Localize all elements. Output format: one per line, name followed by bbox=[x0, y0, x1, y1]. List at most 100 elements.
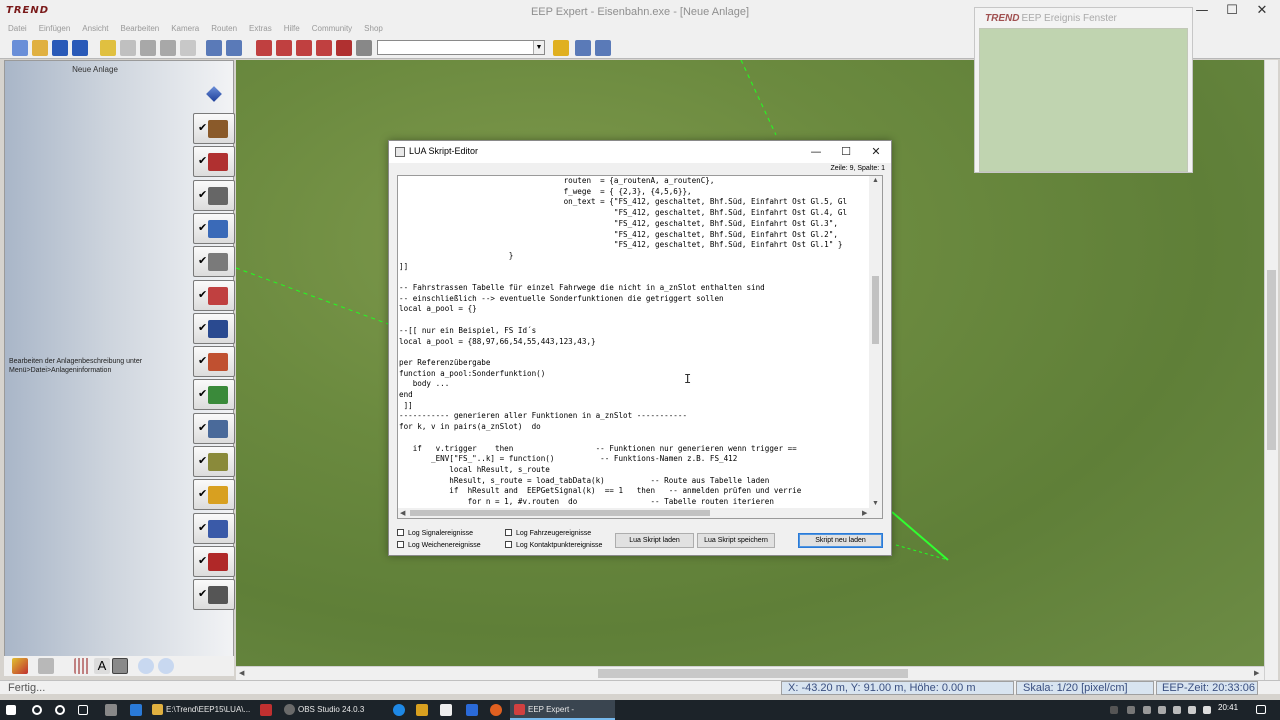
task-view-icon[interactable] bbox=[78, 705, 88, 715]
cortana-icon[interactable] bbox=[55, 705, 65, 715]
tray-icon[interactable] bbox=[1173, 706, 1181, 714]
checkbox-box[interactable] bbox=[505, 529, 512, 536]
tool-button-flag[interactable]: ✔ bbox=[193, 545, 235, 577]
grid-icon[interactable] bbox=[74, 658, 90, 674]
code-editor[interactable]: routen = {a_routenA, a_routenC}, f_wege … bbox=[397, 175, 883, 519]
code-text[interactable]: routen = {a_routenA, a_routenC}, f_wege … bbox=[399, 176, 869, 510]
tool-button-water[interactable]: ✔ bbox=[193, 212, 235, 244]
log-contact-checkbox[interactable]: Log Kontaktpunktereignisse bbox=[505, 541, 602, 549]
taskbar-app-icon[interactable] bbox=[260, 704, 272, 716]
taskbar-app-icon[interactable] bbox=[105, 704, 117, 716]
search-icon[interactable] bbox=[32, 705, 42, 715]
reload-script-button[interactable]: Skript neu laden bbox=[798, 533, 883, 548]
scroll-thumb[interactable] bbox=[410, 510, 710, 516]
menu-item-datei[interactable]: Datei bbox=[8, 22, 27, 37]
tool-button-tram[interactable]: ✔ bbox=[193, 146, 235, 178]
tool-button-people[interactable]: ✔ bbox=[193, 312, 235, 344]
checkbox-box[interactable] bbox=[397, 529, 404, 536]
maximize-button[interactable]: ☐ bbox=[1218, 2, 1246, 20]
windows-start-icon[interactable] bbox=[6, 705, 16, 715]
dialog-minimize-button[interactable]: — bbox=[803, 143, 829, 161]
save-icon[interactable] bbox=[52, 40, 68, 56]
bus-icon[interactable] bbox=[316, 40, 332, 56]
tool-button-rails[interactable]: ✔ bbox=[193, 113, 235, 144]
scroll-right-icon[interactable]: ▶ bbox=[862, 509, 867, 517]
menu-item-kamera[interactable]: Kamera bbox=[171, 22, 199, 37]
chevron-down-icon[interactable]: ▼ bbox=[533, 41, 544, 54]
taskbar-app-icon[interactable] bbox=[440, 704, 452, 716]
zoom-out-icon[interactable] bbox=[158, 658, 174, 674]
dialog-titlebar[interactable]: LUA Skript-Editor — ☐ ✕ bbox=[389, 141, 891, 163]
tool-button-house[interactable]: ✔ bbox=[193, 346, 235, 378]
event-window[interactable]: TREND EEP Ereignis Fenster bbox=[974, 7, 1193, 173]
menu-item-ansicht[interactable]: Ansicht bbox=[82, 22, 108, 37]
taskbar-app-icon[interactable] bbox=[416, 704, 428, 716]
dialog-maximize-button[interactable]: ☐ bbox=[833, 143, 859, 161]
weather-icon[interactable] bbox=[553, 40, 569, 56]
scroll-up-icon[interactable]: ▲ bbox=[872, 177, 879, 184]
taskbar-app-icon[interactable] bbox=[466, 704, 478, 716]
checkbox-box[interactable] bbox=[505, 541, 512, 548]
dialog-close-button[interactable]: ✕ bbox=[863, 143, 889, 161]
volume-icon[interactable] bbox=[1203, 706, 1211, 714]
taskbar-obs[interactable]: OBS Studio 24.0.3 (64... bbox=[280, 700, 384, 720]
train-icon[interactable] bbox=[296, 40, 312, 56]
log-switch-checkbox[interactable]: Log Weichenereignisse bbox=[397, 541, 481, 549]
tile-icon[interactable] bbox=[160, 40, 176, 56]
scroll-down-icon[interactable]: ▼ bbox=[872, 500, 879, 507]
paste-icon[interactable] bbox=[120, 40, 136, 56]
menu-item-routen[interactable]: Routen bbox=[211, 22, 237, 37]
close-button[interactable]: ✕ bbox=[1248, 2, 1276, 20]
menu-item-einfügen[interactable]: Einfügen bbox=[39, 22, 71, 37]
tools-icon[interactable] bbox=[575, 40, 591, 56]
lua-icon[interactable] bbox=[595, 40, 611, 56]
lua-script-editor-dialog[interactable]: LUA Skript-Editor — ☐ ✕ Zeile: 9, Spalte… bbox=[388, 140, 892, 556]
event-log-area[interactable] bbox=[979, 28, 1188, 172]
tray-icon[interactable] bbox=[1110, 706, 1118, 714]
tray-icon[interactable] bbox=[1143, 706, 1151, 714]
tool-button-signal-sign[interactable]: ✔ bbox=[193, 446, 235, 477]
tray-icon[interactable] bbox=[1127, 706, 1135, 714]
tool-button-water-waves[interactable]: ✔ bbox=[193, 512, 235, 544]
cut-icon[interactable] bbox=[180, 40, 196, 56]
menu-item-shop[interactable]: Shop bbox=[364, 22, 383, 37]
crane-icon[interactable] bbox=[38, 658, 54, 674]
undo-icon[interactable] bbox=[206, 40, 222, 56]
tool-button-layers[interactable]: ✔ bbox=[193, 579, 235, 611]
log-vehicle-checkbox[interactable]: Log Fahrzeugereignisse bbox=[505, 529, 591, 537]
menu-item-extras[interactable]: Extras bbox=[249, 22, 272, 37]
scroll-thumb[interactable] bbox=[598, 669, 908, 678]
firefox-icon[interactable] bbox=[490, 704, 502, 716]
signal-icon[interactable] bbox=[336, 40, 352, 56]
tool-button-goods[interactable]: ✔ bbox=[193, 479, 235, 511]
copy-icon[interactable] bbox=[100, 40, 116, 56]
scroll-left-icon[interactable]: ◀ bbox=[400, 509, 405, 517]
texture-icon[interactable] bbox=[112, 658, 128, 674]
tool-button-terrain[interactable]: ✔ bbox=[193, 412, 235, 444]
viewport-vertical-scrollbar[interactable] bbox=[1264, 60, 1278, 680]
editor-vertical-scrollbar[interactable]: ▲ ▼ bbox=[869, 176, 882, 510]
taskbar-app-icon[interactable] bbox=[393, 704, 405, 716]
open-folder-icon[interactable] bbox=[32, 40, 48, 56]
track-icon[interactable] bbox=[356, 40, 372, 56]
viewport-horizontal-scrollbar[interactable]: ◀ ▶ bbox=[236, 666, 1264, 680]
toolbar-combobox[interactable]: ▼ bbox=[377, 40, 545, 55]
menu-item-community[interactable]: Community bbox=[312, 22, 352, 37]
save-as-icon[interactable] bbox=[72, 40, 88, 56]
zoom-in-icon[interactable] bbox=[138, 658, 154, 674]
menu-item-hilfe[interactable]: Hilfe bbox=[284, 22, 300, 37]
rail-right-icon[interactable] bbox=[276, 40, 292, 56]
rail-left-icon[interactable] bbox=[256, 40, 272, 56]
save-script-button[interactable]: Lua Skript speichern bbox=[697, 533, 775, 548]
tray-icon[interactable] bbox=[1158, 706, 1166, 714]
tool-button-landscape[interactable]: ✔ bbox=[193, 379, 235, 411]
tool-button-vehicles[interactable]: ✔ bbox=[193, 279, 235, 311]
scroll-right-icon[interactable]: ▶ bbox=[1254, 669, 1259, 677]
menu-item-bearbeiten[interactable]: Bearbeiten bbox=[121, 22, 160, 37]
checkbox-box[interactable] bbox=[397, 541, 404, 548]
network-icon[interactable] bbox=[1188, 706, 1196, 714]
select-icon[interactable] bbox=[140, 40, 156, 56]
notification-icon[interactable] bbox=[1256, 705, 1266, 714]
scroll-thumb[interactable] bbox=[872, 276, 879, 344]
log-signal-checkbox[interactable]: Log Signalereignisse bbox=[397, 529, 473, 537]
